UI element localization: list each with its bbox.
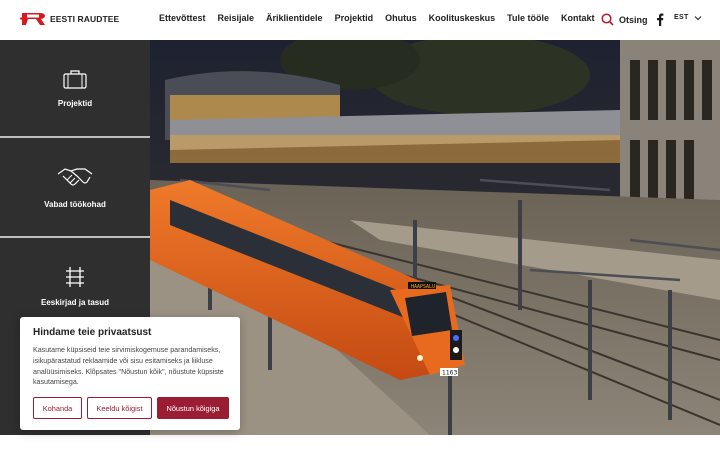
logo-text: EESTI RAUDTEE	[50, 14, 120, 24]
rail-track-icon	[66, 267, 84, 287]
handshake-icon	[57, 167, 93, 186]
nav-item-tule-toole[interactable]: Tule tööle	[507, 13, 549, 23]
nav-item-ettevottest[interactable]: Ettevõttest	[159, 13, 206, 23]
train-number: 1163	[442, 370, 457, 377]
cookie-consent-banner: Hindame teie privaatsust Kasutame küpsis…	[20, 317, 240, 430]
site-header: EESTI RAUDTEE Ettevõttest Reisijale Ärik…	[0, 0, 720, 40]
logo-icon	[20, 13, 45, 25]
tile-label-eeskirjad-ja-tasud: Eeskirjad ja tasud	[40, 298, 110, 307]
facebook-link[interactable]	[656, 13, 664, 31]
nav-item-kontakt[interactable]: Kontakt	[561, 13, 595, 23]
nav-item-ohutus[interactable]: Ohutus	[385, 13, 417, 23]
chevron-down-icon	[694, 15, 701, 20]
cookie-buttons: Kohanda Keeldu kõigist Nõustun kõigiga	[33, 397, 229, 419]
cookie-title: Hindame teie privaatsust	[33, 327, 152, 338]
cookie-text: Kasutame küpsiseid teie sirvimiskogemuse…	[33, 346, 224, 387]
tile-label-projektid: Projektid	[57, 98, 93, 108]
search-icon	[601, 13, 614, 26]
language-selector[interactable]: EST	[674, 14, 702, 21]
customize-button[interactable]: Kohanda	[33, 397, 82, 419]
briefcase-icon	[63, 69, 87, 89]
logo[interactable]: EESTI RAUDTEE	[20, 10, 119, 28]
nav-item-koolituskeskus[interactable]: Koolituskeskus	[429, 13, 496, 23]
nav-item-projektid[interactable]: Projektid	[335, 13, 374, 23]
page-bottom	[0, 435, 720, 450]
language-label: EST	[674, 14, 689, 21]
search-button[interactable]: Otsing	[601, 13, 648, 26]
nav-item-reisijale[interactable]: Reisijale	[218, 13, 255, 23]
tile-label-vabad-tookohad: Vabad töökohad	[44, 199, 106, 209]
facebook-icon	[657, 13, 664, 26]
reject-all-button[interactable]: Keeldu kõigist	[87, 397, 152, 419]
nav-item-arikliendile[interactable]: Äriklientidele	[266, 13, 323, 23]
main-nav: Ettevõttest Reisijale Äriklientidele Pro…	[159, 13, 606, 23]
accept-all-button[interactable]: Nõustun kõigiga	[157, 397, 229, 419]
tile-projektid[interactable]: Projektid	[0, 40, 150, 136]
train-destination-display: HAAPSALU	[411, 284, 435, 290]
search-label: Otsing	[619, 14, 648, 25]
tile-vabad-tookohad[interactable]: Vabad töökohad	[0, 138, 150, 236]
